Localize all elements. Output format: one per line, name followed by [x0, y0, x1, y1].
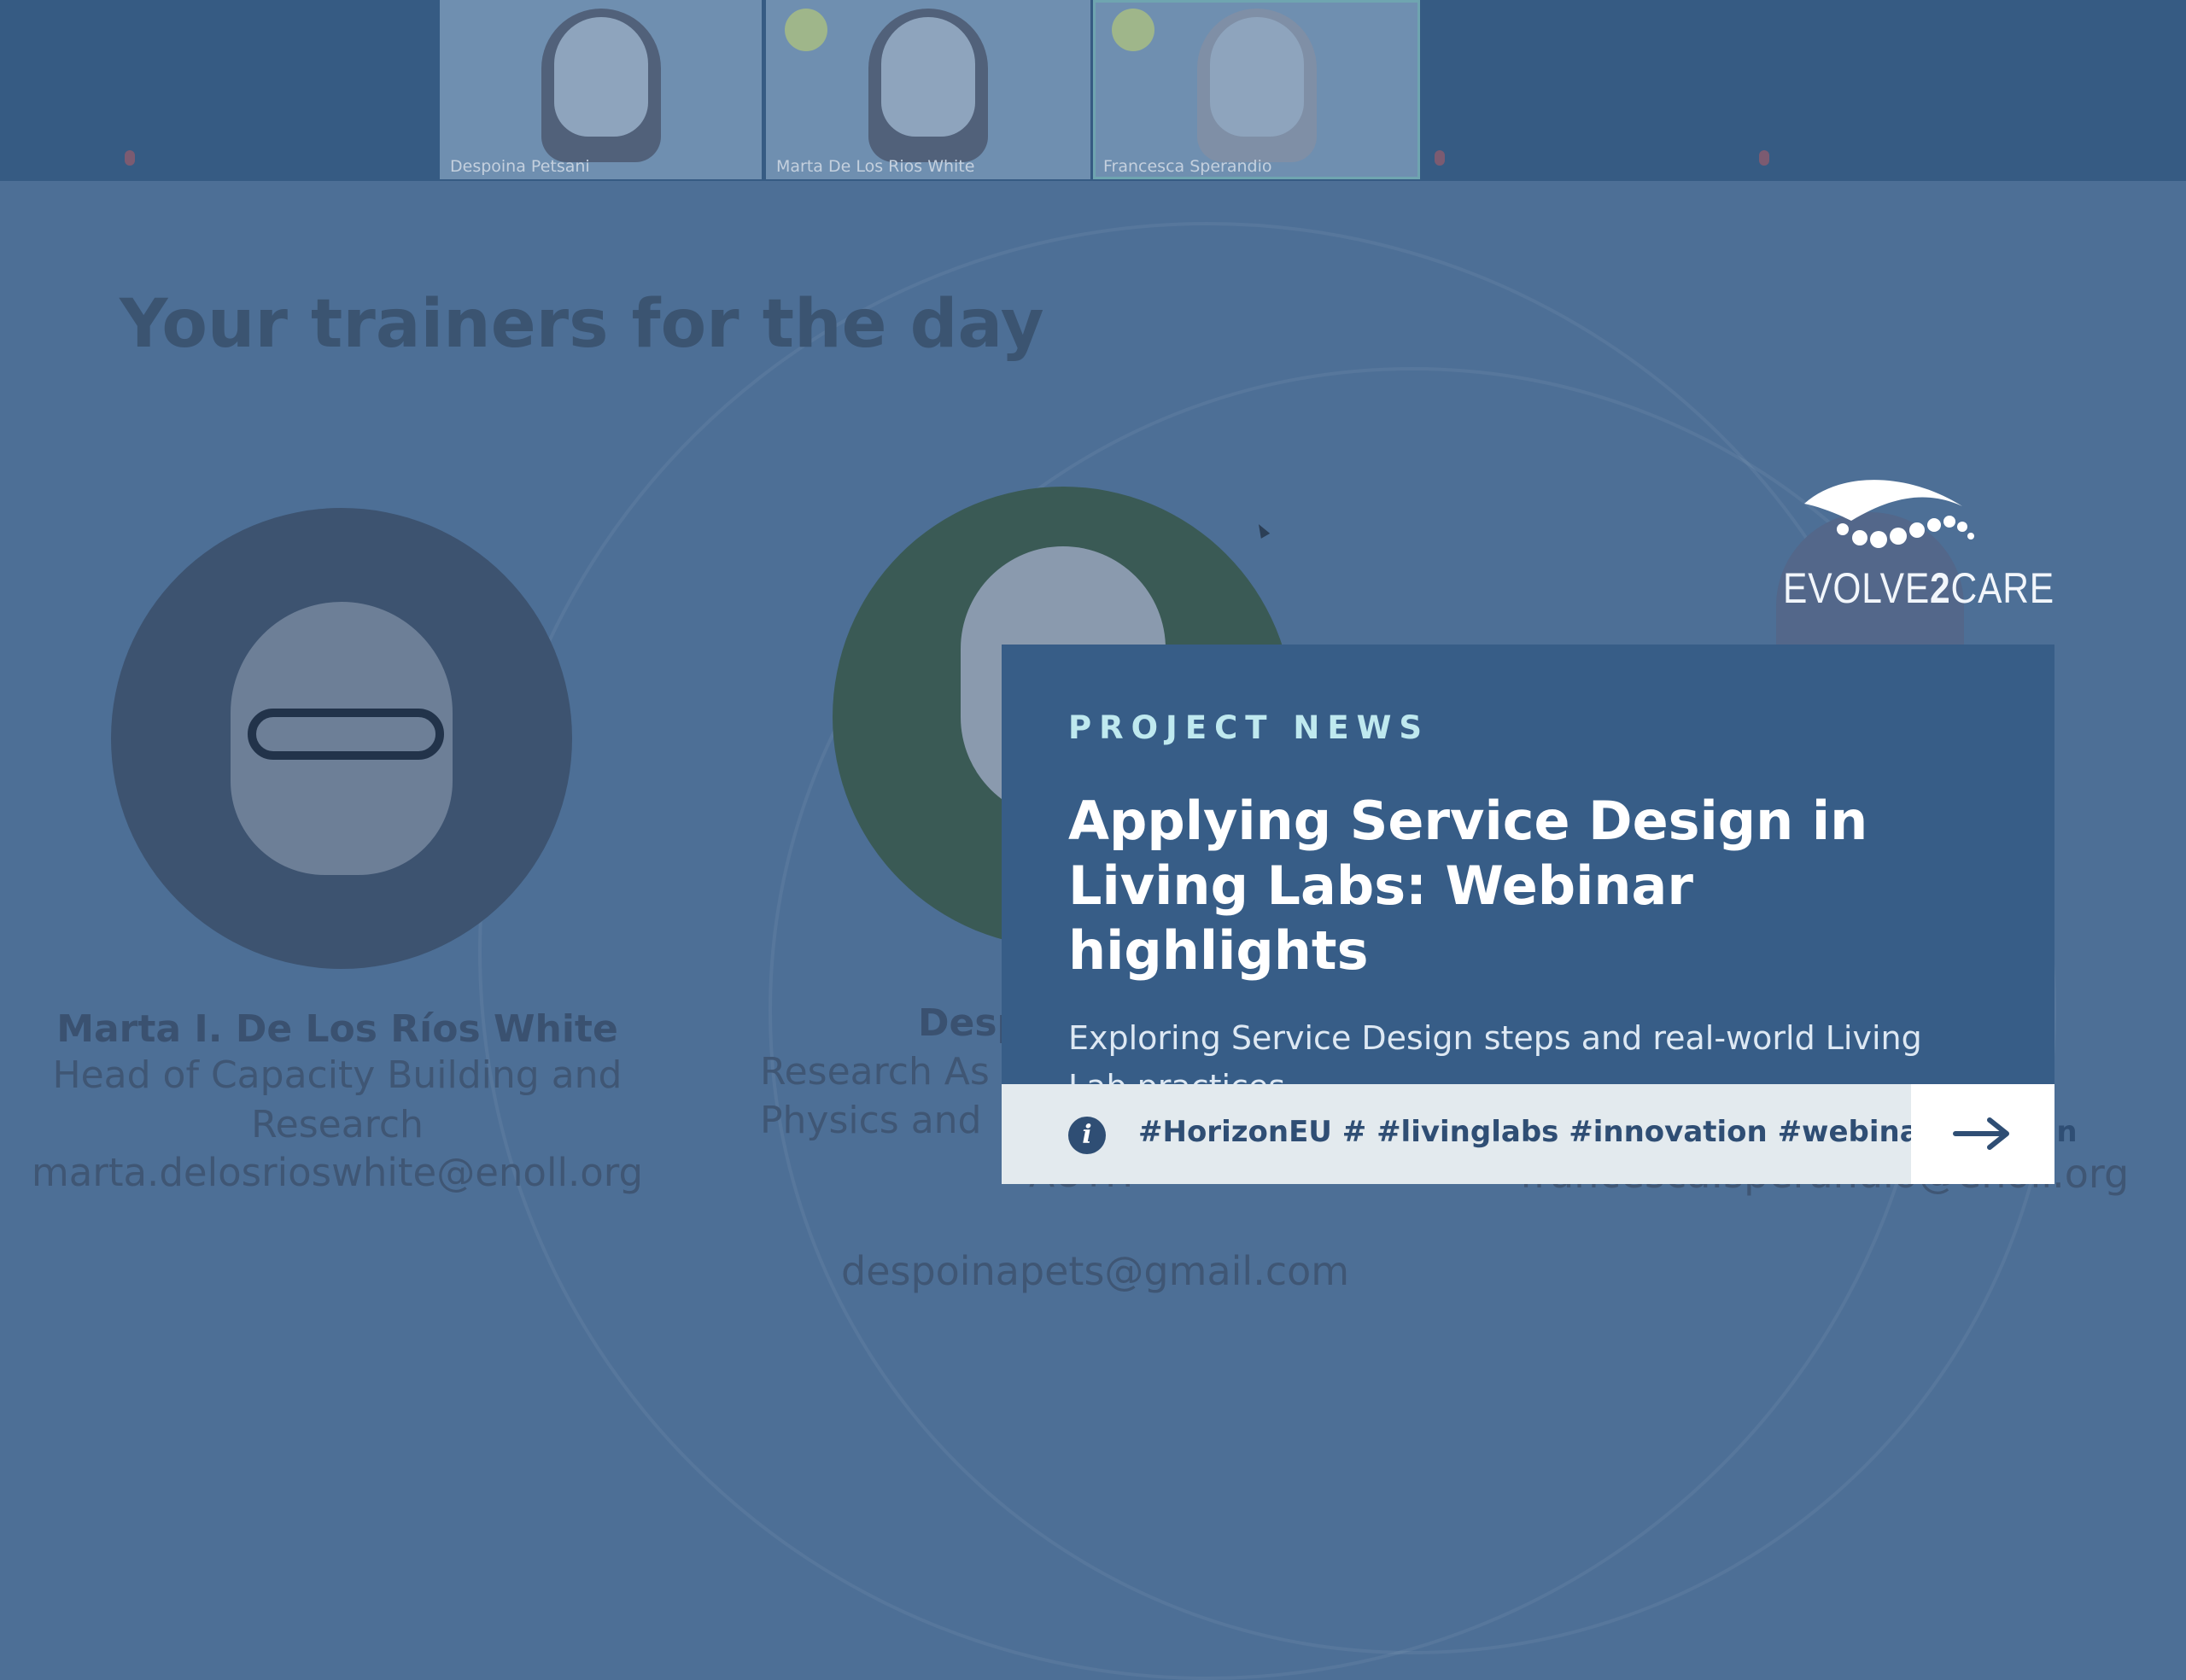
participant-tile-active-speaker[interactable]: Francesca Sperandio — [1093, 0, 1420, 179]
card-kicker: PROJECT NEWS — [1068, 709, 1430, 746]
muted-mic-icon — [125, 150, 135, 166]
muted-mic-icon — [1435, 150, 1445, 166]
trainer-photo — [111, 508, 572, 969]
arrow-right-icon — [1953, 1117, 2009, 1150]
participant-face — [881, 17, 975, 137]
card-tag-bar: i #HorizonEU # #livinglabs #innovation #… — [1002, 1084, 2078, 1184]
participant-tile[interactable]: Marta De Los Rios White — [766, 0, 1090, 179]
trainer-name: Marta I. De Los Ríos White — [56, 1007, 618, 1051]
trainer-info: Marta I. De Los Ríos White Head of Capac… — [26, 1007, 649, 1195]
trainer-role: Research — [251, 1103, 424, 1146]
participant-name: Francesca Sperandio — [1103, 157, 1272, 176]
project-news-card[interactable]: PROJECT NEWS Applying Service Design in … — [1002, 645, 2054, 1105]
trainer-role: Head of Capacity Building and — [52, 1053, 622, 1097]
evolve2care-logo: EVOLVE2CARE — [1783, 474, 2054, 612]
participant-face — [1209, 17, 1304, 137]
card-headline[interactable]: Applying Service Design in Living Labs: … — [1068, 789, 2008, 983]
trainer-email: despoinapets@gmail.com — [841, 1248, 1350, 1294]
info-icon[interactable]: i — [1068, 1117, 1106, 1154]
video-participant-strip: Despoina Petsani Marta De Los Rios White… — [0, 0, 2186, 181]
trainer-glasses — [248, 709, 444, 760]
logo-wave-icon — [1804, 480, 1974, 548]
virtual-background-logo — [1112, 9, 1154, 51]
virtual-background-logo — [785, 9, 827, 51]
trainer-role: Research As — [760, 1050, 990, 1094]
participant-face — [553, 17, 648, 137]
slide-title: Your trainers for the day — [120, 286, 1044, 363]
read-more-button[interactable] — [1911, 1084, 2054, 1184]
muted-mic-icon — [1759, 150, 1769, 166]
trainer-role: Physics and — [760, 1099, 982, 1142]
logo-wordmark: EVOLVE2CARE — [1783, 564, 2055, 612]
participant-tile[interactable]: Despoina Petsani — [440, 0, 762, 179]
trainer-email: marta.delosrioswhite@enoll.org — [31, 1150, 644, 1195]
participant-name: Despoina Petsani — [450, 157, 590, 176]
participant-name: Marta De Los Rios White — [776, 157, 975, 176]
